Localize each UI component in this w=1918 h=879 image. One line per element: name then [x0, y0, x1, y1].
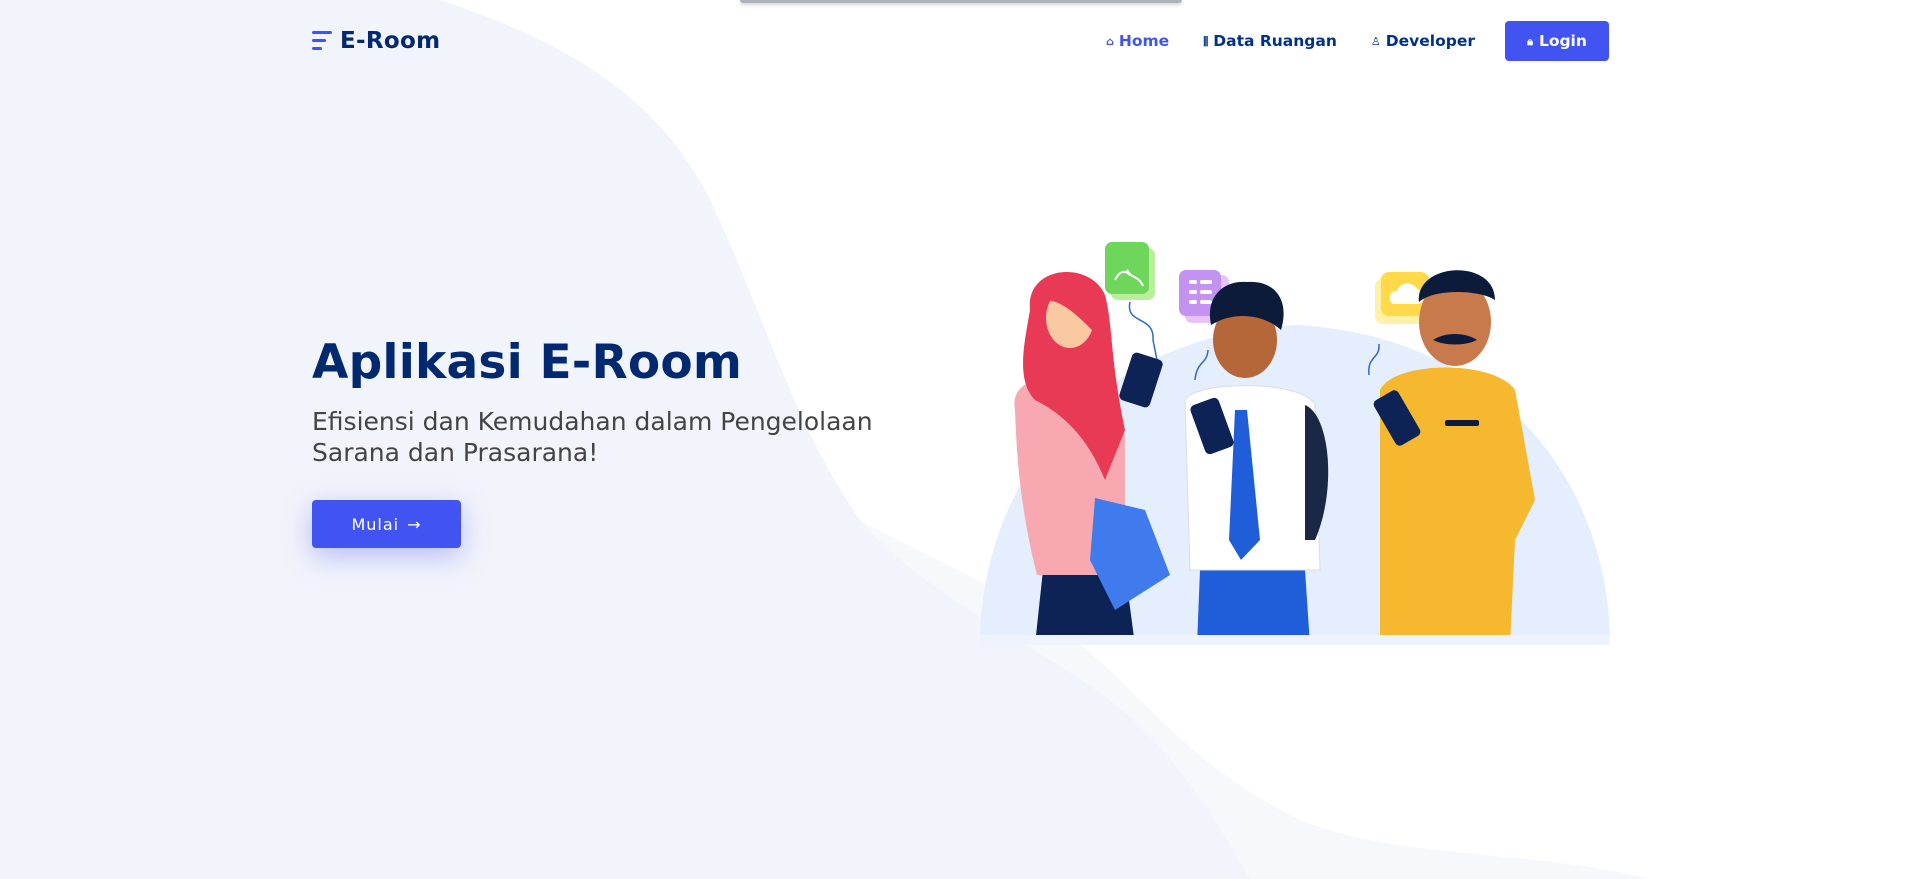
browser-popup-edge	[740, 0, 1182, 3]
house-icon: ⌂	[1106, 34, 1114, 48]
nav-data-ruangan[interactable]: ⫼ Data Ruangan	[1203, 32, 1337, 50]
lock-icon: 🔒︎	[1527, 34, 1533, 48]
signature-app-icon	[1105, 242, 1155, 300]
library-icon: ⫼	[1203, 34, 1209, 48]
menu-lines-icon	[312, 29, 332, 53]
brand-logo[interactable]: E-Room	[312, 28, 440, 54]
hero-section: Aplikasi E-Room Efisiensi dan Kemudahan …	[312, 335, 952, 548]
login-label: Login	[1538, 32, 1587, 50]
officer-figure	[1373, 270, 1535, 645]
nav-developer-label: Developer	[1385, 32, 1475, 50]
login-button[interactable]: 🔒︎ Login	[1505, 21, 1609, 61]
arrow-right-icon: →	[407, 514, 422, 534]
nav-developer[interactable]: ♙ Developer	[1371, 32, 1475, 50]
nav-data-ruangan-label: Data Ruangan	[1213, 32, 1337, 50]
nav-home[interactable]: ⌂ Home	[1106, 32, 1169, 50]
navbar: E-Room ⌂ Home ⫼ Data Ruangan ♙ Developer…	[312, 20, 1609, 62]
main-nav: ⌂ Home ⫼ Data Ruangan ♙ Developer 🔒︎ Log…	[1072, 21, 1609, 61]
start-button[interactable]: Mulai →	[312, 500, 461, 548]
hero-illustration	[980, 242, 1610, 645]
hero-subtitle: Efisiensi dan Kemudahan dalam Pengelolaa…	[312, 407, 873, 467]
start-button-label: Mulai	[351, 514, 400, 534]
nav-home-label: Home	[1118, 32, 1170, 50]
person-icon: ♙	[1370, 34, 1381, 48]
background-wave	[0, 0, 1650, 879]
brand-name: E-Room	[340, 28, 441, 54]
hero-title: Aplikasi E-Room	[312, 335, 743, 390]
